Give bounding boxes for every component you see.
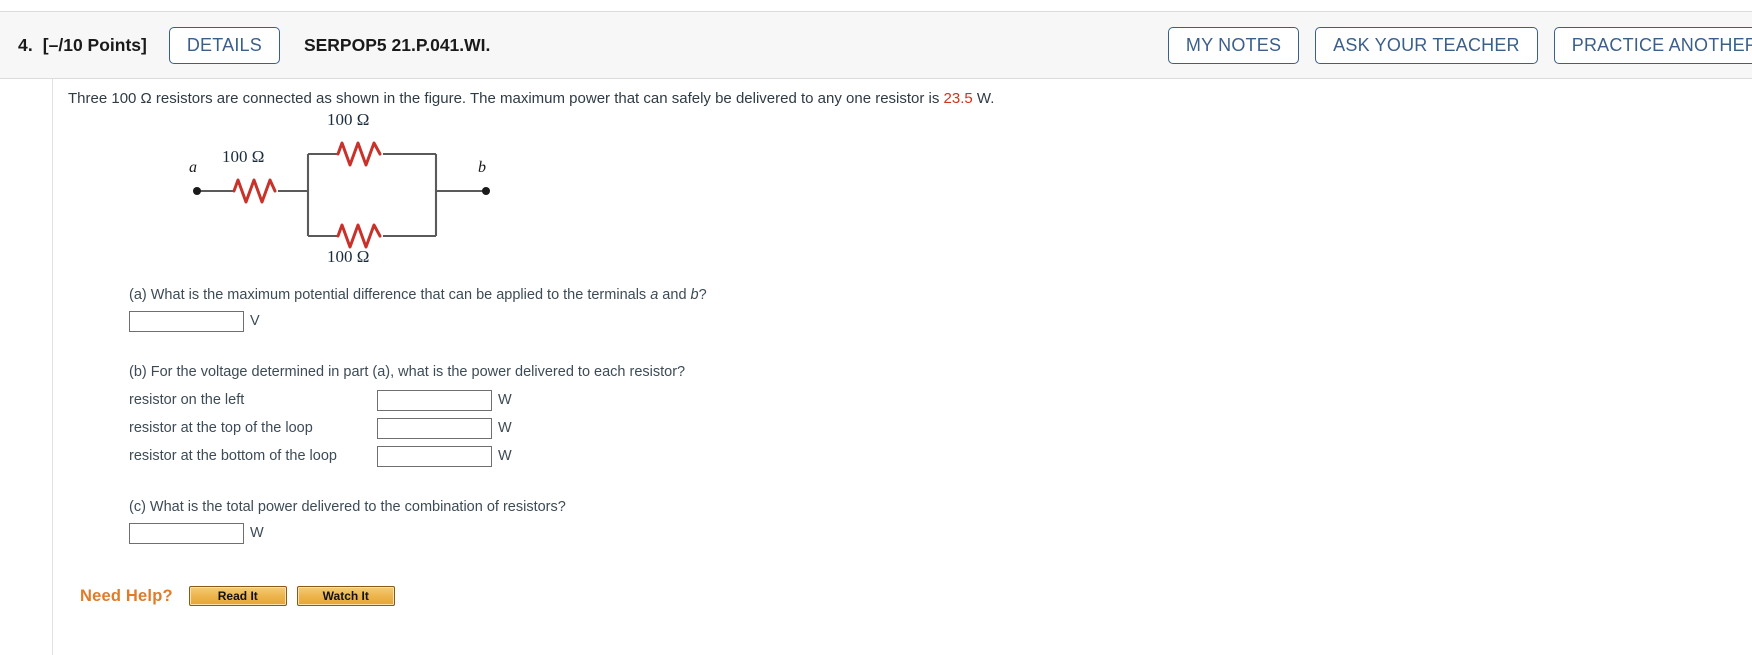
ask-your-teacher-button[interactable]: ASK YOUR TEACHER: [1315, 26, 1538, 64]
terminal-a-dot: [193, 187, 201, 195]
part-b-unit-left: W: [498, 392, 512, 409]
part-a-prompt-middle: and: [658, 287, 691, 303]
part-b-label-top: resistor at the top of the loop: [129, 420, 313, 437]
part-b-unit-top: W: [498, 420, 512, 437]
part-b-input-left[interactable]: [377, 390, 492, 412]
part-a-unit: V: [250, 313, 260, 330]
question-number: 4.: [18, 34, 33, 55]
part-c-answer-row: W: [129, 523, 1668, 545]
part-b-label-bottom: resistor at the bottom of the loop: [129, 448, 337, 465]
question-points: [–/10 Points]: [42, 34, 147, 55]
part-b-row-bottom: resistor at the bottom of the loop W: [129, 446, 1668, 468]
part-b-input-bottom[interactable]: [377, 446, 492, 468]
question-body: Three 100 Ω resistors are connected as s…: [68, 88, 1668, 545]
terminal-b-dot: [482, 187, 490, 195]
my-notes-button[interactable]: MY NOTES: [1167, 26, 1300, 64]
part-a-answer-row: V: [129, 311, 1668, 333]
part-b-label-left: resistor on the left: [129, 392, 245, 409]
part-b-unit-bottom: W: [498, 448, 512, 465]
question-header: 4. [–/10 Points] DETAILS SERPOP5 21.P.04…: [0, 11, 1752, 79]
part-a-prompt-before: (a) What is the maximum potential differ…: [129, 287, 651, 303]
part-a-answer-input[interactable]: [129, 311, 244, 333]
circuit-figure: a b 100 Ω 100 Ω 100 Ω: [186, 110, 516, 266]
resistor-bottom-symbol: [336, 223, 382, 249]
part-a-prompt: (a) What is the maximum potential differ…: [129, 285, 1668, 306]
problem-statement-text-before: Three 100 Ω resistors are connected as s…: [68, 90, 944, 107]
resistor-top-symbol: [336, 141, 382, 167]
part-b-row-top: resistor at the top of the loop W: [129, 418, 1668, 440]
part-c-unit: W: [250, 525, 264, 542]
part-c: (c) What is the total power delivered to…: [129, 497, 1668, 545]
question-header-right: MY NOTES ASK YOUR TEACHER PRACTICE ANOTH…: [1167, 26, 1752, 64]
question-code: SERPOP5 21.P.041.WI.: [303, 34, 491, 55]
problem-statement-value: 23.5: [943, 90, 973, 107]
question-header-left: 4. [–/10 Points] DETAILS SERPOP5 21.P.04…: [0, 26, 491, 64]
resistor-left-symbol: [232, 178, 277, 204]
part-b-prompt: (b) For the voltage determined in part (…: [129, 364, 686, 381]
resistor-left-label: 100 Ω: [222, 147, 265, 166]
part-c-prompt: (c) What is the total power delivered to…: [129, 499, 566, 516]
problem-statement-text-after: W.: [972, 90, 995, 107]
part-a-term-b: b: [690, 287, 699, 303]
practice-another-button[interactable]: PRACTICE ANOTHER: [1553, 26, 1752, 64]
watch-it-button[interactable]: Watch It: [296, 586, 395, 606]
part-c-answer-input[interactable]: [129, 523, 244, 545]
need-help-section: Need Help? Read It Watch It: [80, 586, 405, 606]
resistor-top-label: 100 Ω: [327, 110, 370, 129]
terminal-a-label: a: [189, 159, 197, 176]
left-rail-divider: [52, 79, 53, 655]
question-page: 4. [–/10 Points] DETAILS SERPOP5 21.P.04…: [0, 0, 1752, 655]
part-a: (a) What is the maximum potential differ…: [129, 285, 1668, 333]
part-a-prompt-after: ?: [698, 287, 707, 303]
part-b-input-top[interactable]: [377, 418, 492, 440]
terminal-b-label: b: [478, 159, 486, 176]
resistor-bottom-label: 100 Ω: [327, 247, 370, 266]
part-b-row-left: resistor on the left W: [129, 390, 1668, 412]
part-b: (b) For the voltage determined in part (…: [129, 362, 1668, 468]
read-it-button[interactable]: Read It: [188, 586, 287, 606]
details-button[interactable]: DETAILS: [168, 26, 280, 64]
need-help-label: Need Help?: [80, 586, 173, 605]
problem-statement: Three 100 Ω resistors are connected as s…: [68, 88, 1668, 109]
circuit-diagram-svg: [193, 141, 490, 249]
